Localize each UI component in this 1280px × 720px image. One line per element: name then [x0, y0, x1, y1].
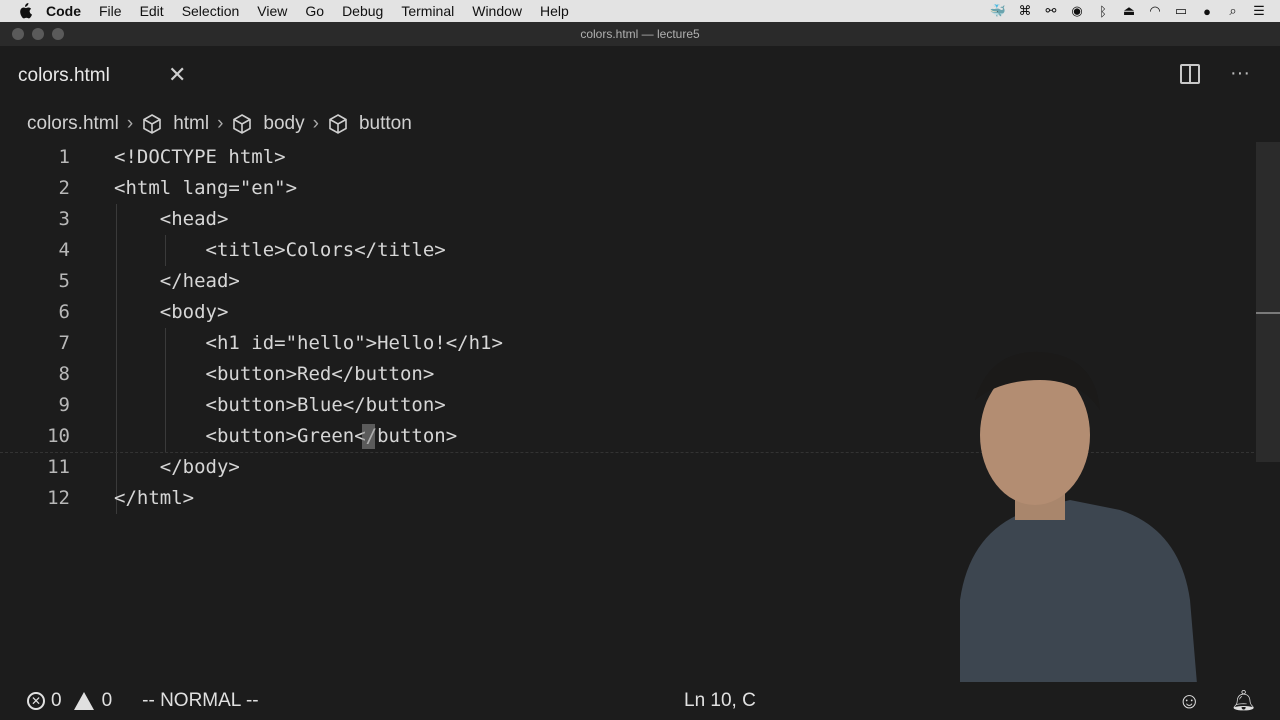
code-line: 2 <html lang="en"> [0, 173, 1254, 204]
error-count: 0 [51, 690, 62, 711]
line-number: 1 [58, 146, 70, 168]
text-cursor [362, 424, 375, 449]
menu-file[interactable]: File [99, 3, 122, 19]
line-text: <button>Red</button> [114, 363, 435, 385]
line-text: </html> [114, 487, 195, 509]
status-menu-extras: 🐳 ⌘ ⚯ ◉ ᛒ ⏏ ◠ ▭ ● ⌕ ☰ [990, 0, 1266, 22]
breadcrumb-body[interactable]: body [231, 113, 305, 135]
breadcrumb-label: body [263, 113, 305, 134]
vim-mode: -- NORMAL -- [142, 690, 259, 711]
docker-icon[interactable]: 🐳 [990, 3, 1006, 19]
tab-colors-html[interactable]: colors.html ✕ [0, 46, 205, 106]
minimize-window-button[interactable] [32, 28, 44, 40]
line-text: <html lang="en"> [114, 177, 298, 199]
line-text: <!DOCTYPE html> [114, 146, 286, 168]
menu-edit[interactable]: Edit [140, 3, 164, 19]
split-editor-icon[interactable] [1180, 64, 1201, 84]
line-number: 7 [58, 332, 70, 354]
menu-window[interactable]: Window [472, 3, 522, 19]
cube-icon [329, 114, 347, 134]
breadcrumb-label: button [358, 113, 412, 134]
warning-icon [73, 692, 94, 710]
glasses-icon[interactable]: ⚯ [1044, 3, 1058, 19]
user-icon[interactable]: ● [1200, 4, 1214, 19]
line-text: <button>Blue</button> [114, 394, 446, 416]
menu-bar: Code File Edit Selection View Go Debug T… [0, 0, 1280, 22]
code-line: 4 <title>Colors</title> [0, 235, 1254, 266]
circle-icon[interactable]: ◉ [1070, 3, 1084, 19]
bell-icon[interactable]: 🔔︎ [1231, 688, 1256, 713]
line-text: <head> [114, 208, 229, 230]
scrollbar-marker [1256, 312, 1280, 314]
line-number: 8 [58, 363, 70, 385]
menu-selection[interactable]: Selection [182, 3, 240, 19]
line-number: 9 [58, 394, 70, 416]
eject-icon[interactable]: ⏏ [1122, 3, 1136, 19]
search-icon[interactable]: ⌕ [1226, 3, 1240, 19]
line-number: 6 [58, 301, 70, 323]
window-title: colors.html — lecture5 [580, 27, 700, 41]
cursor-position[interactable]: Ln 10, C [684, 690, 756, 712]
line-number: 5 [58, 270, 70, 292]
more-actions-icon[interactable]: ··· [1230, 63, 1250, 84]
problems-indicator[interactable]: ✕ 0 0 [27, 690, 112, 712]
error-icon: ✕ [27, 692, 45, 710]
apple-icon[interactable] [18, 3, 34, 19]
cube-icon [233, 114, 252, 134]
menu-debug[interactable]: Debug [342, 3, 383, 19]
tab-label: colors.html [18, 65, 110, 86]
status-bar: ✕ 0 0 -- NORMAL -- Ln 10, C ☺ 🔔︎ [0, 682, 1280, 720]
warning-count: 0 [101, 690, 113, 711]
line-text: <title>Colors</title> [114, 239, 446, 261]
line-number: 2 [58, 177, 70, 199]
menu-go[interactable]: Go [305, 3, 324, 19]
zoom-window-button[interactable] [52, 28, 64, 40]
breadcrumb-label: html [173, 113, 210, 134]
menu-terminal[interactable]: Terminal [401, 3, 454, 19]
line-number: 12 [47, 487, 70, 509]
editor-tab-bar: colors.html ✕ ··· [0, 46, 1280, 106]
line-text: <button>Green</button> [114, 425, 458, 447]
breadcrumb-button[interactable]: button [327, 113, 412, 135]
line-text: <body> [114, 301, 229, 323]
close-icon[interactable]: ✕ [168, 64, 186, 86]
code-line: 1 <!DOCTYPE html> [0, 142, 1254, 173]
window-titlebar: colors.html — lecture5 [0, 22, 1280, 46]
presenter-video-overlay [920, 351, 1200, 720]
chevron-right-icon: › [217, 113, 224, 134]
line-number: 11 [47, 456, 70, 478]
editor-scrollbar[interactable] [1256, 142, 1280, 462]
smiley-icon[interactable]: ☺ [1178, 688, 1200, 714]
line-text: <h1 id="hello">Hello!</h1> [114, 332, 503, 354]
breadcrumb-html[interactable]: html [141, 113, 209, 135]
line-number: 4 [58, 239, 70, 261]
breadcrumb-label: colors.html [27, 113, 119, 134]
bluetooth-icon[interactable]: ᛒ [1096, 4, 1110, 19]
chevron-right-icon: › [312, 113, 319, 134]
line-number: 10 [47, 425, 70, 447]
breadcrumb-file[interactable]: colors.html [27, 113, 119, 135]
line-text: </body> [114, 456, 240, 478]
chevron-right-icon: › [126, 113, 134, 134]
menu-view[interactable]: View [257, 3, 287, 19]
list-icon[interactable]: ☰ [1252, 3, 1266, 19]
breadcrumb: colors.html › html › body › button [0, 106, 1280, 142]
code-line: 5 </head> [0, 266, 1254, 297]
code-line: 6 <body> [0, 297, 1254, 328]
cube-icon [143, 114, 161, 134]
menu-help[interactable]: Help [540, 3, 569, 19]
editor-actions: ··· [1180, 63, 1250, 84]
code-line: 3 <head> [0, 204, 1254, 235]
line-number: 3 [58, 208, 70, 230]
battery-icon[interactable]: ▭ [1174, 3, 1188, 19]
menu-code[interactable]: Code [46, 3, 81, 19]
line-text: </head> [114, 270, 240, 292]
close-window-button[interactable] [12, 28, 24, 40]
command-icon[interactable]: ⌘ [1018, 3, 1032, 19]
wifi-icon[interactable]: ◠ [1148, 3, 1162, 19]
